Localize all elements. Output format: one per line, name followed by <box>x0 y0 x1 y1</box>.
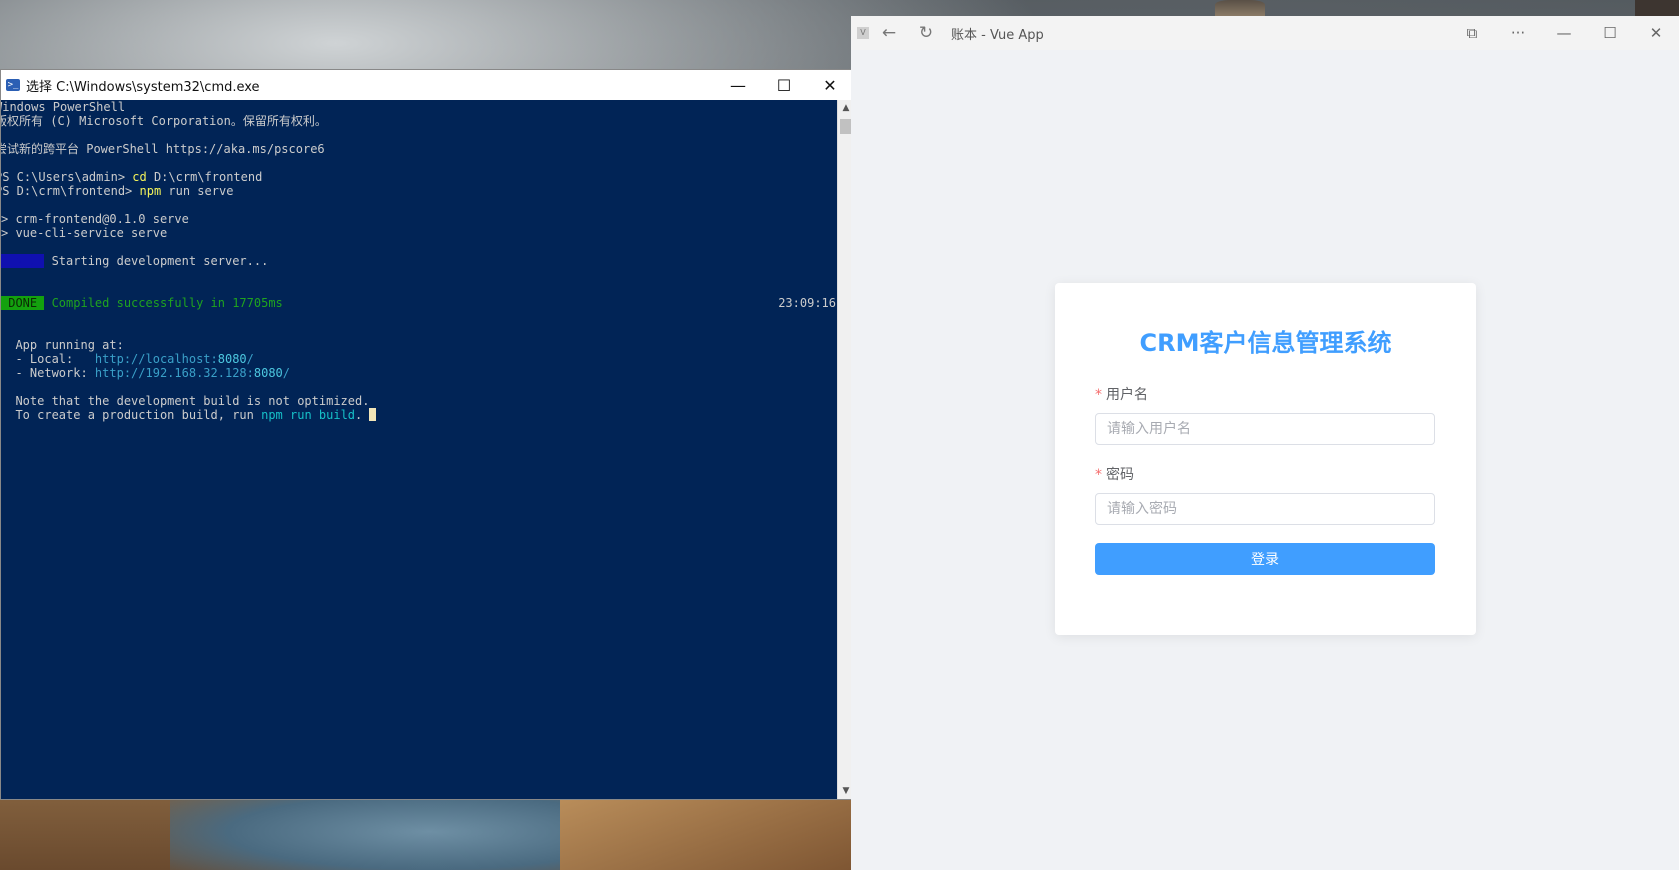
maximize-icon: ☐ <box>776 75 792 95</box>
info-tag: INFO <box>1 254 45 268</box>
maximize-button[interactable]: ☐ <box>1587 16 1633 50</box>
terminal-line: Note that the development build is not o… <box>1 394 370 408</box>
note-period: . <box>355 408 363 422</box>
minimize-button[interactable]: — <box>1541 16 1587 50</box>
app-view-icon: ⧉ <box>1466 24 1478 42</box>
local-label: - Local: <box>1 352 95 366</box>
browser-window[interactable]: V ← ↻ 账本 - Vue App ⧉ ··· — ☐ ✕ CRM客户信息管理… <box>851 16 1679 870</box>
wallpaper-hill <box>560 800 860 870</box>
maximize-icon: ☐ <box>1603 24 1617 42</box>
refresh-icon: ↻ <box>918 23 934 43</box>
command-text: cd <box>132 170 147 184</box>
powershell-icon: >_ <box>6 79 20 91</box>
cmd-window-title: 选择 C:\Windows\system32\cmd.exe <box>26 79 260 95</box>
username-label-text: 用户名 <box>1106 387 1148 403</box>
command-text: npm <box>139 184 162 198</box>
terminal-output[interactable]: Windows PowerShell 版权所有 (C) Microsoft Co… <box>1 100 838 799</box>
minimize-button[interactable]: — <box>715 70 761 100</box>
wallpaper-rock <box>1215 0 1265 16</box>
favicon-icon: V <box>857 27 869 39</box>
cmd-window[interactable]: >_ 选择 C:\Windows\system32\cmd.exe — ☐ ✕ … <box>0 69 854 800</box>
back-arrow-icon: ← <box>881 23 897 43</box>
close-icon: ✕ <box>1649 24 1663 42</box>
terminal-line: - Network: http://192.168.32.128:8080/ <box>1 366 838 380</box>
back-button[interactable]: ← <box>869 16 909 50</box>
required-mark: * <box>1095 467 1102 483</box>
network-port: 8080 <box>253 366 283 380</box>
login-title: CRM客户信息管理系统 <box>1139 329 1392 357</box>
network-url[interactable]: http://192.168.32.128: <box>95 366 254 380</box>
local-url[interactable]: http://localhost: <box>95 352 218 366</box>
username-input[interactable] <box>1095 413 1435 445</box>
network-label: - Network: <box>1 366 95 380</box>
required-mark: * <box>1095 387 1102 403</box>
terminal-line: > crm-frontend@0.1.0 serve <box>1 212 189 226</box>
text-cursor <box>369 408 377 421</box>
terminal-line: 尝试新的跨平台 PowerShell https://aka.ms/pscore… <box>1 142 325 156</box>
local-port: 8080 <box>217 352 247 366</box>
more-options-button[interactable]: ··· <box>1495 16 1541 50</box>
minimize-icon: — <box>730 75 746 95</box>
wallpaper-rock <box>1635 0 1679 16</box>
terminal-line: INFO Starting development server... <box>1 254 838 268</box>
terminal-line: To create a production build, run npm ru… <box>1 408 838 422</box>
argument-text: D:\crm\frontend <box>146 170 263 184</box>
browser-titlebar[interactable]: V ← ↻ 账本 - Vue App ⧉ ··· — ☐ ✕ <box>851 16 1679 50</box>
argument-text: run serve <box>161 184 234 198</box>
minimize-icon: — <box>1556 24 1572 42</box>
scrollbar-thumb[interactable] <box>840 119 851 134</box>
login-button[interactable]: 登录 <box>1095 543 1435 575</box>
done-text: Compiled successfully in 17705ms <box>44 296 283 310</box>
password-input[interactable] <box>1095 493 1435 525</box>
timestamp: 23:09:16 <box>778 296 836 310</box>
info-text: Starting development server... <box>44 254 269 268</box>
note-text: To create a production build, run <box>1 408 262 422</box>
password-label: * 密码 <box>1095 464 1134 484</box>
close-icon: ✕ <box>823 75 837 95</box>
close-button[interactable]: ✕ <box>1633 16 1679 50</box>
prompt-text: PS D:\crm\frontend> <box>1 184 140 198</box>
app-view-button[interactable]: ⧉ <box>1449 16 1495 50</box>
login-card: CRM客户信息管理系统 *用户名 *密码 登录 <box>1055 283 1476 635</box>
local-url-slash: / <box>246 352 254 366</box>
build-command: npm run build <box>261 408 356 422</box>
username-label: * 用户名 <box>1095 384 1148 404</box>
prompt-text: PS C:\Users\admin> <box>1 170 133 184</box>
browser-page-title: 账本 - Vue App <box>951 27 1044 43</box>
maximize-button[interactable]: ☐ <box>761 70 807 100</box>
terminal-line: DONE Compiled successfully in 17705ms 23:… <box>1 296 838 310</box>
cmd-titlebar[interactable]: >_ 选择 C:\Windows\system32\cmd.exe — ☐ ✕ <box>1 70 853 100</box>
terminal-line: 版权所有 (C) Microsoft Corporation。保留所有权利。 <box>1 114 327 128</box>
terminal-line: Windows PowerShell <box>1 100 126 114</box>
more-icon: ··· <box>1510 24 1526 42</box>
terminal-line: - Local: http://localhost:8080/ <box>1 352 838 366</box>
close-button[interactable]: ✕ <box>807 70 853 100</box>
terminal-line: App running at: <box>1 338 124 352</box>
network-url-slash: / <box>282 366 291 380</box>
terminal-line: PS D:\crm\frontend> npm run serve <box>1 184 838 198</box>
refresh-button[interactable]: ↻ <box>909 16 943 50</box>
password-label-text: 密码 <box>1106 467 1134 483</box>
terminal-line: > vue-cli-service serve <box>1 226 168 240</box>
done-tag: DONE <box>1 296 45 310</box>
terminal-line: PS C:\Users\admin> cd D:\crm\frontend <box>1 170 838 184</box>
